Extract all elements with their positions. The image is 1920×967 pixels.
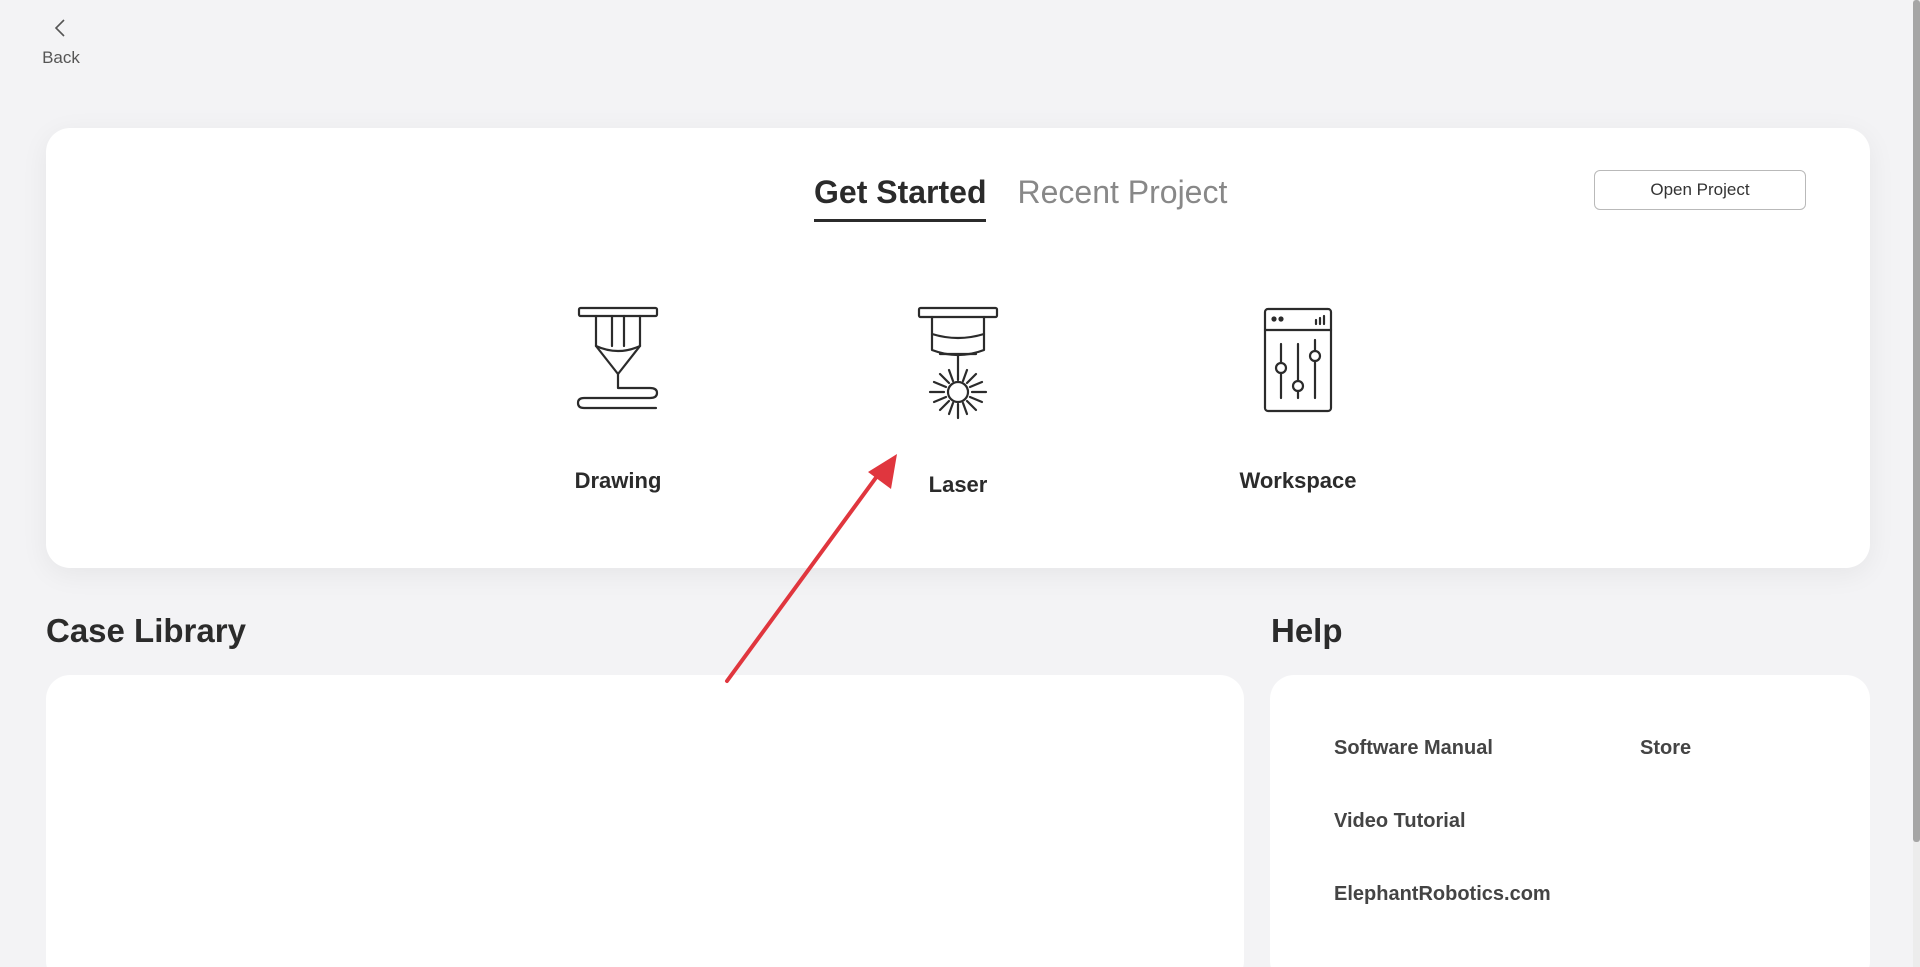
get-started-panel: Get Started Recent Project Open Project … bbox=[46, 128, 1870, 568]
app-window: Back Get Started Recent Project Open Pro… bbox=[0, 0, 1920, 967]
chevron-left-icon bbox=[54, 19, 65, 37]
mode-laser[interactable]: Laser bbox=[868, 306, 1048, 506]
tab-bar: Get Started Recent Project bbox=[814, 172, 1227, 222]
sliders-panel-icon bbox=[1263, 307, 1333, 413]
pen-plotter-icon bbox=[576, 306, 659, 410]
case-library-panel bbox=[46, 675, 1244, 967]
tab-get-started[interactable]: Get Started bbox=[814, 172, 987, 222]
store-link[interactable]: Store bbox=[1640, 737, 1691, 760]
mode-drawing-label: Drawing bbox=[574, 468, 662, 493]
elephantrobotics-link[interactable]: ElephantRobotics.com bbox=[1334, 883, 1551, 906]
scrollbar-thumb[interactable] bbox=[1913, 0, 1920, 842]
mode-workspace[interactable]: Workspace bbox=[1208, 306, 1388, 506]
help-title: Help bbox=[1271, 612, 1343, 649]
mode-workspace-label: Workspace bbox=[1239, 468, 1357, 493]
help-panel: Software Manual Store Video Tutorial Ele… bbox=[1270, 675, 1870, 967]
mode-laser-label: Laser bbox=[928, 472, 988, 497]
vertical-scrollbar[interactable] bbox=[1913, 0, 1920, 967]
back-label: Back bbox=[42, 48, 80, 67]
mode-drawing[interactable]: Drawing bbox=[528, 306, 708, 506]
case-library-title: Case Library bbox=[46, 612, 246, 649]
video-tutorial-link[interactable]: Video Tutorial bbox=[1334, 810, 1466, 833]
back-button[interactable]: Back bbox=[38, 18, 84, 74]
tab-recent-project[interactable]: Recent Project bbox=[1017, 172, 1227, 222]
open-project-button[interactable]: Open Project bbox=[1594, 170, 1806, 210]
laser-head-icon bbox=[917, 306, 999, 420]
software-manual-link[interactable]: Software Manual bbox=[1334, 737, 1493, 760]
